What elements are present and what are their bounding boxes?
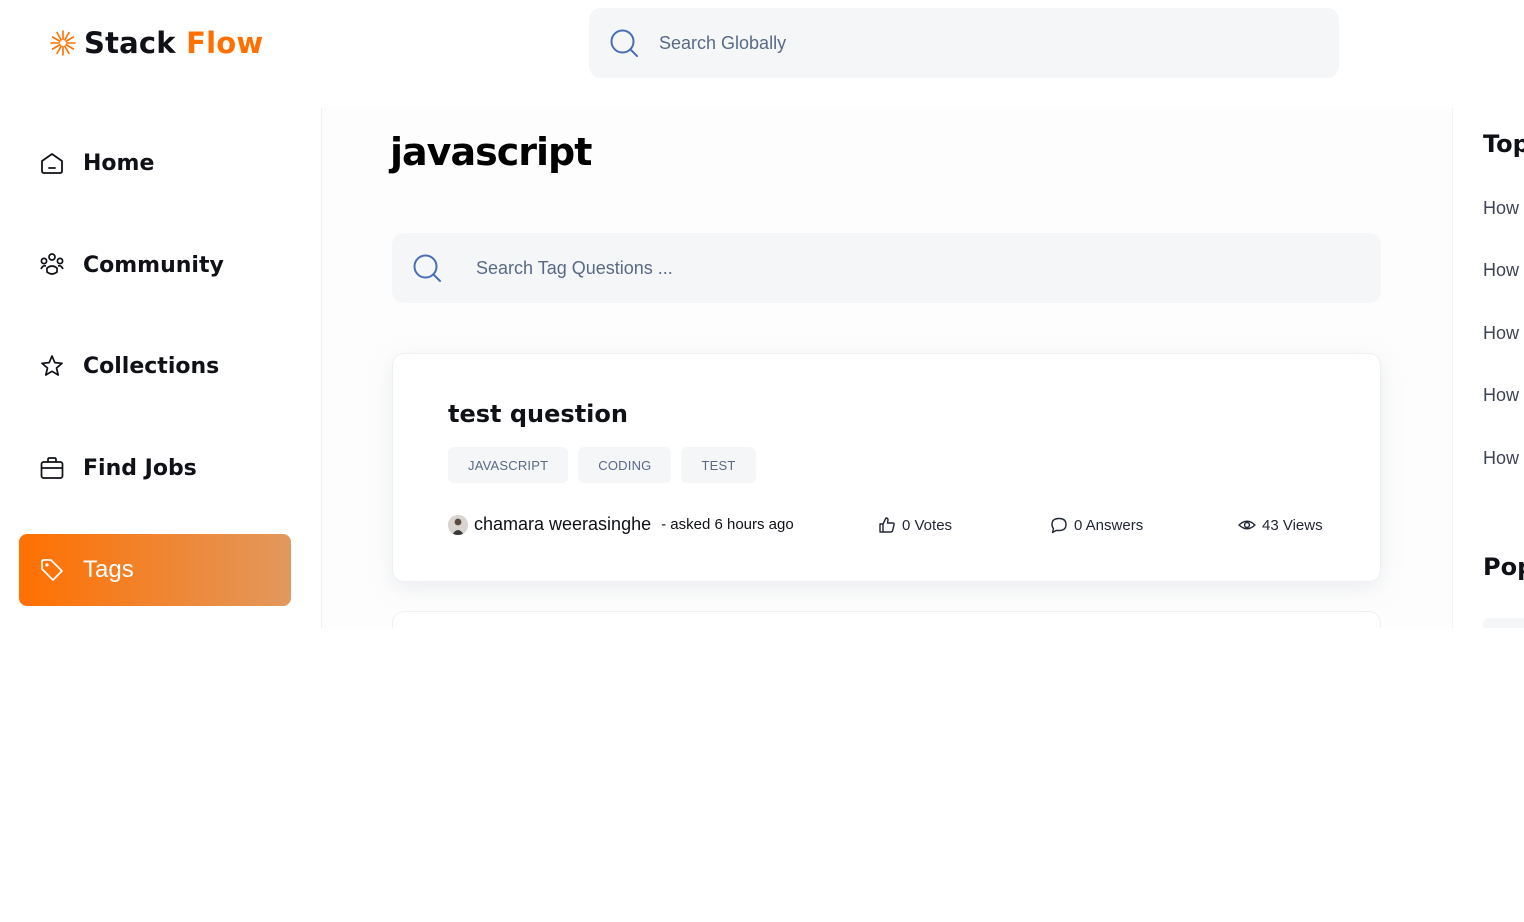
eye-icon <box>1238 520 1256 530</box>
sidebar-item-home[interactable]: Home <box>19 127 291 199</box>
question-meta: chamara weerasinghe - asked 6 hours ago … <box>448 514 1328 538</box>
top-question-link[interactable]: How t <box>1483 448 1524 469</box>
sidebar-item-community[interactable]: Community <box>19 229 291 301</box>
top-question-link[interactable]: How t <box>1483 198 1524 219</box>
sidebar-item-label: Community <box>83 252 224 278</box>
sidebar-item-label: Home <box>83 150 155 176</box>
popular-tags-heading: Pop <box>1483 553 1524 581</box>
sidebar-item-collections[interactable]: Collections <box>19 330 291 402</box>
sidebar-item-find-jobs[interactable]: Find Jobs <box>19 432 291 504</box>
sidebar-item-label: Tags <box>83 556 134 583</box>
views-stat: 43 Views <box>1238 516 1323 534</box>
top-navbar: Stack Flow <box>0 0 1524 108</box>
author-name[interactable]: chamara weerasinghe <box>474 514 651 535</box>
question-tags: JAVASCRIPT CODING TEST <box>448 447 756 483</box>
top-question-link[interactable]: How t <box>1483 323 1524 344</box>
question-title[interactable]: test question <box>448 400 628 428</box>
logo-text-stack: Stack <box>84 26 176 60</box>
avatar <box>448 514 468 535</box>
votes-stat: 0 Votes <box>878 516 952 534</box>
search-icon <box>413 254 441 282</box>
top-questions-heading: Top <box>1483 130 1524 158</box>
tag-icon <box>41 559 63 581</box>
tag-badge[interactable]: CODING <box>578 447 672 483</box>
views-count: 43 Views <box>1262 516 1323 534</box>
top-question-link[interactable]: How t <box>1483 260 1524 281</box>
sidebar-item-tags[interactable]: Tags <box>19 534 291 606</box>
briefcase-icon <box>40 457 64 479</box>
user-avatar-icon <box>448 514 468 535</box>
star-icon <box>41 355 63 376</box>
question-card[interactable]: test question JAVASCRIPT CODING TEST cha… <box>392 353 1381 582</box>
home-icon <box>41 153 63 174</box>
sidebar-item-label: Find Jobs <box>83 455 197 481</box>
answers-count: 0 Answers <box>1074 516 1144 534</box>
message-icon <box>1051 517 1067 534</box>
votes-count: 0 Votes <box>902 516 953 534</box>
search-icon <box>610 29 638 57</box>
popular-tag-badge[interactable] <box>1483 618 1524 628</box>
global-search-bar[interactable] <box>589 8 1339 78</box>
page-title: javascript <box>390 130 592 174</box>
logo-text: Stack Flow <box>84 26 263 60</box>
question-card[interactable] <box>392 611 1381 628</box>
logo[interactable]: Stack Flow <box>48 26 263 60</box>
global-search-input[interactable] <box>659 32 1259 54</box>
thumbs-up-icon <box>879 517 895 533</box>
question-author[interactable]: chamara weerasinghe - asked 6 hours ago <box>448 514 794 535</box>
tag-badge[interactable]: JAVASCRIPT <box>448 447 569 483</box>
logo-sun-icon <box>50 30 76 56</box>
main-content: javascript test question JAVASCRIPT CODI… <box>322 108 1452 628</box>
tag-badge[interactable]: TEST <box>681 447 756 483</box>
sidebar-item-label: Collections <box>83 353 220 379</box>
community-icon <box>40 253 64 275</box>
top-question-link[interactable]: How t <box>1483 385 1524 406</box>
right-sidebar: Top How t How t How t How t How t Pop <box>1452 108 1524 628</box>
tag-search-bar[interactable] <box>392 233 1381 303</box>
left-sidebar: Home Community Collections Find Jobs Tag… <box>0 108 322 628</box>
answers-stat: 0 Answers <box>1050 516 1143 534</box>
asked-time: - asked 6 hours ago <box>661 516 794 533</box>
logo-text-flow: Flow <box>186 26 264 60</box>
tag-search-input[interactable] <box>476 257 1276 279</box>
